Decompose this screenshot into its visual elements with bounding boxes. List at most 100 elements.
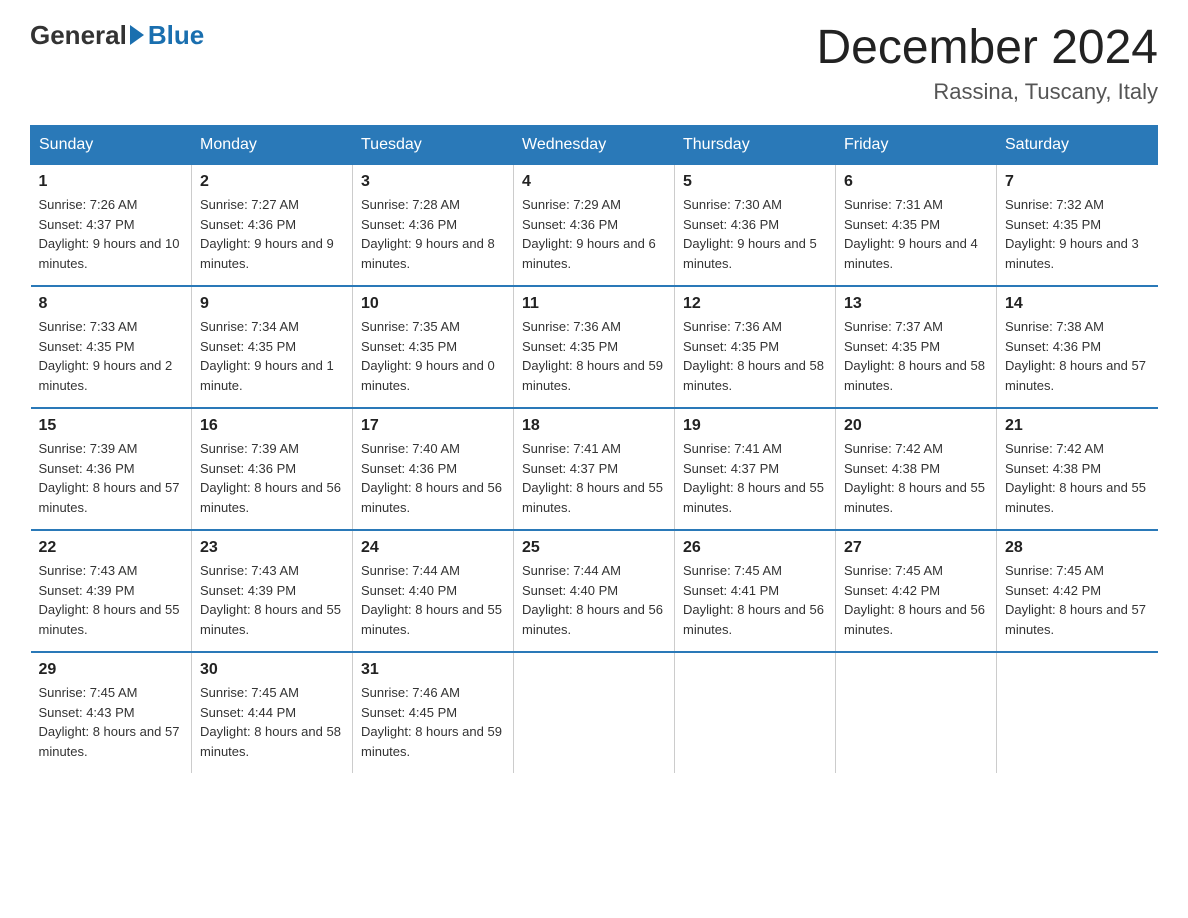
day-number: 28: [1005, 539, 1150, 557]
header-saturday: Saturday: [997, 126, 1158, 165]
day-number: 15: [39, 417, 184, 435]
day-number: 20: [844, 417, 988, 435]
day-info: Sunrise: 7:34 AMSunset: 4:35 PMDaylight:…: [200, 317, 344, 395]
logo-general-text: General: [30, 20, 127, 51]
day-info: Sunrise: 7:31 AMSunset: 4:35 PMDaylight:…: [844, 195, 988, 273]
day-number: 26: [683, 539, 827, 557]
day-number: 7: [1005, 173, 1150, 191]
calendar-week-row: 29 Sunrise: 7:45 AMSunset: 4:43 PMDayligh…: [31, 652, 1158, 773]
day-number: 1: [39, 173, 184, 191]
day-info: Sunrise: 7:39 AMSunset: 4:36 PMDaylight:…: [39, 439, 184, 517]
calendar-cell: 19 Sunrise: 7:41 AMSunset: 4:37 PMDayligh…: [675, 408, 836, 530]
calendar-header-row: SundayMondayTuesdayWednesdayThursdayFrid…: [31, 126, 1158, 165]
day-info: Sunrise: 7:42 AMSunset: 4:38 PMDaylight:…: [844, 439, 988, 517]
month-title: December 2024: [816, 20, 1158, 75]
header-tuesday: Tuesday: [353, 126, 514, 165]
calendar-cell: [836, 652, 997, 773]
logo-blue-text: Blue: [148, 20, 204, 51]
day-number: 5: [683, 173, 827, 191]
calendar-cell: 29 Sunrise: 7:45 AMSunset: 4:43 PMDayligh…: [31, 652, 192, 773]
day-info: Sunrise: 7:27 AMSunset: 4:36 PMDaylight:…: [200, 195, 344, 273]
calendar-cell: 13 Sunrise: 7:37 AMSunset: 4:35 PMDayligh…: [836, 286, 997, 408]
calendar-cell: 21Sunrise: 7:42 AMSunset: 4:38 PMDayligh…: [997, 408, 1158, 530]
calendar-cell: 8 Sunrise: 7:33 AMSunset: 4:35 PMDaylight…: [31, 286, 192, 408]
calendar-cell: [514, 652, 675, 773]
day-info: Sunrise: 7:45 AMSunset: 4:44 PMDaylight:…: [200, 683, 344, 761]
calendar-cell: 9 Sunrise: 7:34 AMSunset: 4:35 PMDaylight…: [192, 286, 353, 408]
day-number: 22: [39, 539, 184, 557]
day-number: 30: [200, 661, 344, 679]
calendar-cell: 16 Sunrise: 7:39 AMSunset: 4:36 PMDayligh…: [192, 408, 353, 530]
calendar-cell: [675, 652, 836, 773]
day-info: Sunrise: 7:41 AMSunset: 4:37 PMDaylight:…: [522, 439, 666, 517]
day-number: 13: [844, 295, 988, 313]
calendar-cell: 28 Sunrise: 7:45 AMSunset: 4:42 PMDayligh…: [997, 530, 1158, 652]
day-number: 3: [361, 173, 505, 191]
calendar-table: SundayMondayTuesdayWednesdayThursdayFrid…: [30, 125, 1158, 773]
day-number: 6: [844, 173, 988, 191]
day-number: 16: [200, 417, 344, 435]
day-info: Sunrise: 7:39 AMSunset: 4:36 PMDaylight:…: [200, 439, 344, 517]
day-number: 18: [522, 417, 666, 435]
day-number: 4: [522, 173, 666, 191]
day-info: Sunrise: 7:37 AMSunset: 4:35 PMDaylight:…: [844, 317, 988, 395]
calendar-cell: 24Sunrise: 7:44 AMSunset: 4:40 PMDayligh…: [353, 530, 514, 652]
calendar-cell: 1Sunrise: 7:26 AMSunset: 4:37 PMDaylight…: [31, 165, 192, 287]
calendar-cell: 15 Sunrise: 7:39 AMSunset: 4:36 PMDayligh…: [31, 408, 192, 530]
day-info: Sunrise: 7:30 AMSunset: 4:36 PMDaylight:…: [683, 195, 827, 273]
calendar-cell: 6 Sunrise: 7:31 AMSunset: 4:35 PMDaylight…: [836, 165, 997, 287]
day-info: Sunrise: 7:41 AMSunset: 4:37 PMDaylight:…: [683, 439, 827, 517]
calendar-cell: 7 Sunrise: 7:32 AMSunset: 4:35 PMDaylight…: [997, 165, 1158, 287]
header-sunday: Sunday: [31, 126, 192, 165]
day-number: 19: [683, 417, 827, 435]
logo-arrow-icon: [130, 25, 144, 45]
calendar-cell: 10 Sunrise: 7:35 AMSunset: 4:35 PMDayligh…: [353, 286, 514, 408]
calendar-cell: [997, 652, 1158, 773]
calendar-cell: 11Sunrise: 7:36 AMSunset: 4:35 PMDayligh…: [514, 286, 675, 408]
title-section: December 2024 Rassina, Tuscany, Italy: [816, 20, 1158, 105]
calendar-cell: 4Sunrise: 7:29 AMSunset: 4:36 PMDaylight…: [514, 165, 675, 287]
location-title: Rassina, Tuscany, Italy: [816, 79, 1158, 105]
header-wednesday: Wednesday: [514, 126, 675, 165]
page-header: General Blue December 2024 Rassina, Tusc…: [30, 20, 1158, 105]
day-number: 24: [361, 539, 505, 557]
day-info: Sunrise: 7:45 AMSunset: 4:41 PMDaylight:…: [683, 561, 827, 639]
day-number: 9: [200, 295, 344, 313]
day-info: Sunrise: 7:32 AMSunset: 4:35 PMDaylight:…: [1005, 195, 1150, 273]
day-info: Sunrise: 7:35 AMSunset: 4:35 PMDaylight:…: [361, 317, 505, 395]
day-number: 25: [522, 539, 666, 557]
day-number: 29: [39, 661, 184, 679]
calendar-cell: 5 Sunrise: 7:30 AMSunset: 4:36 PMDaylight…: [675, 165, 836, 287]
day-number: 8: [39, 295, 184, 313]
header-thursday: Thursday: [675, 126, 836, 165]
calendar-week-row: 1Sunrise: 7:26 AMSunset: 4:37 PMDaylight…: [31, 165, 1158, 287]
day-info: Sunrise: 7:45 AMSunset: 4:42 PMDaylight:…: [844, 561, 988, 639]
calendar-cell: 23Sunrise: 7:43 AMSunset: 4:39 PMDayligh…: [192, 530, 353, 652]
day-number: 17: [361, 417, 505, 435]
day-info: Sunrise: 7:46 AMSunset: 4:45 PMDaylight:…: [361, 683, 505, 761]
calendar-cell: 30 Sunrise: 7:45 AMSunset: 4:44 PMDayligh…: [192, 652, 353, 773]
day-number: 27: [844, 539, 988, 557]
calendar-cell: 25 Sunrise: 7:44 AMSunset: 4:40 PMDayligh…: [514, 530, 675, 652]
day-number: 10: [361, 295, 505, 313]
calendar-cell: 22Sunrise: 7:43 AMSunset: 4:39 PMDayligh…: [31, 530, 192, 652]
calendar-cell: 14Sunrise: 7:38 AMSunset: 4:36 PMDayligh…: [997, 286, 1158, 408]
day-info: Sunrise: 7:36 AMSunset: 4:35 PMDaylight:…: [522, 317, 666, 395]
day-info: Sunrise: 7:45 AMSunset: 4:42 PMDaylight:…: [1005, 561, 1150, 639]
calendar-cell: 17 Sunrise: 7:40 AMSunset: 4:36 PMDayligh…: [353, 408, 514, 530]
header-friday: Friday: [836, 126, 997, 165]
calendar-cell: 18 Sunrise: 7:41 AMSunset: 4:37 PMDayligh…: [514, 408, 675, 530]
day-info: Sunrise: 7:40 AMSunset: 4:36 PMDaylight:…: [361, 439, 505, 517]
header-monday: Monday: [192, 126, 353, 165]
calendar-cell: 12Sunrise: 7:36 AMSunset: 4:35 PMDayligh…: [675, 286, 836, 408]
day-info: Sunrise: 7:45 AMSunset: 4:43 PMDaylight:…: [39, 683, 184, 761]
day-number: 31: [361, 661, 505, 679]
day-number: 23: [200, 539, 344, 557]
day-number: 21: [1005, 417, 1150, 435]
day-number: 12: [683, 295, 827, 313]
calendar-cell: 20 Sunrise: 7:42 AMSunset: 4:38 PMDayligh…: [836, 408, 997, 530]
day-info: Sunrise: 7:33 AMSunset: 4:35 PMDaylight:…: [39, 317, 184, 395]
day-info: Sunrise: 7:44 AMSunset: 4:40 PMDaylight:…: [522, 561, 666, 639]
calendar-week-row: 8 Sunrise: 7:33 AMSunset: 4:35 PMDaylight…: [31, 286, 1158, 408]
logo: General Blue: [30, 20, 204, 51]
